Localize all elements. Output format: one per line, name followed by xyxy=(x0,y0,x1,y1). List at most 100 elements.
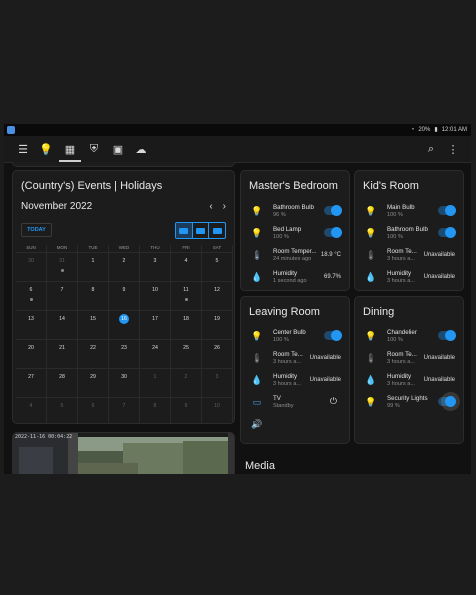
calendar-day[interactable]: 31 xyxy=(47,253,78,282)
entity-row-bathroom-bulb[interactable]: 💡 Bathroom Bulb 100 % xyxy=(355,224,463,246)
calendar-day[interactable]: 14 xyxy=(47,311,78,340)
calendar-day[interactable]: 17 xyxy=(140,311,171,340)
entity-row-bathroom-bulb[interactable]: 💡 Bathroom Bulb 96 % xyxy=(241,202,349,224)
calendar-day[interactable]: 8 xyxy=(140,398,171,423)
entity-row-room-temperature[interactable]: 🌡 Room Temper... 24 minutes ago 18.9 °C xyxy=(241,246,349,268)
calendar-day[interactable]: 9 xyxy=(109,282,140,311)
today-button[interactable]: TODAY xyxy=(21,223,52,237)
calendar-day[interactable]: 20 xyxy=(16,340,47,369)
more-icon[interactable]: ⋮ xyxy=(445,141,461,157)
calendar-week: 13 14 15 16 17 18 19 xyxy=(16,311,233,340)
entity-row-tv[interactable]: ▭ TV Standby ⏻ xyxy=(241,393,349,415)
calendar-day[interactable]: 5 xyxy=(202,253,233,282)
calendar-day[interactable]: 30 xyxy=(109,369,140,398)
next-month-chevron-icon[interactable]: › xyxy=(223,201,226,212)
toggle-switch[interactable] xyxy=(324,330,342,341)
bulb-icon: 💡 xyxy=(251,330,263,341)
calendar-day[interactable]: 6 xyxy=(16,282,47,311)
entity-row-room-temperature[interactable]: 🌡 Room Te... 3 hours a... Unavailable xyxy=(241,349,349,371)
toggle-switch[interactable] xyxy=(438,205,456,216)
calendar-day[interactable]: 18 xyxy=(171,311,202,340)
bulb-icon: 💡 xyxy=(251,205,263,216)
volume-icon[interactable]: 🔊 xyxy=(251,418,263,430)
entity-row-room-temperature[interactable]: 🌡 Room Te... 3 hours a... Unavailable xyxy=(355,349,463,371)
calendar-day[interactable]: 15 xyxy=(78,311,109,340)
day-number: 27 xyxy=(28,374,34,380)
calendar-day[interactable]: 23 xyxy=(109,340,140,369)
entity-row-room-temperature[interactable]: 🌡 Room Te... 3 hours a... Unavailable xyxy=(355,246,463,268)
entity-row-center-bulb[interactable]: 💡 Center Bulb 100 % xyxy=(241,327,349,349)
calendar-day[interactable]: 24 xyxy=(140,340,171,369)
calendar-day[interactable]: 21 xyxy=(47,340,78,369)
toggle-switch[interactable] xyxy=(438,227,456,238)
entity-row-humidity[interactable]: 💧 Humidity 3 hours a... Unavailable xyxy=(355,371,463,393)
entity-row-main-bulb[interactable]: 💡 Main Bulb 100 % xyxy=(355,202,463,224)
bulb-icon[interactable]: 💡 xyxy=(38,141,54,157)
shield-icon[interactable]: ⛨ xyxy=(86,141,102,157)
search-icon[interactable]: ⌕ xyxy=(423,141,439,157)
calendar-day[interactable]: 22 xyxy=(78,340,109,369)
weekday-label: THU xyxy=(140,245,171,253)
device-icon[interactable]: ▣ xyxy=(110,141,126,157)
calendar-day[interactable]: 19 xyxy=(202,311,233,340)
calendar-day[interactable]: 3 xyxy=(140,253,171,282)
month-view-button[interactable] xyxy=(176,223,193,238)
entity-name: Bathroom Bulb xyxy=(387,226,428,233)
day-number: 6 xyxy=(91,403,95,409)
event-dot xyxy=(60,269,64,272)
day-view-button[interactable] xyxy=(209,223,225,238)
top-toolbar: ☰ 💡 ▦ ⛨ ▣ ☁ ⌕ ⋮ xyxy=(4,136,471,163)
bulb-icon: 💡 xyxy=(365,227,377,238)
day-number: 4 xyxy=(184,258,188,264)
calendar-day[interactable]: 1 xyxy=(140,369,171,398)
day-number: 7 xyxy=(60,287,64,293)
calendar-day[interactable]: 28 xyxy=(47,369,78,398)
toggle-switch[interactable] xyxy=(324,227,342,238)
entity-state: 24 minutes ago xyxy=(273,256,312,262)
entity-row-humidity[interactable]: 💧 Humidity 3 hours a... Unavailable xyxy=(241,371,349,393)
entity-row-security-lights[interactable]: 💡 Security Lights 99 % xyxy=(355,393,463,415)
calendar-day[interactable]: 8 xyxy=(78,282,109,311)
calendar-day[interactable]: 30 xyxy=(16,253,47,282)
week-view-button[interactable] xyxy=(193,223,210,238)
calendar-day[interactable]: 9 xyxy=(171,398,202,423)
bulb-icon: 💡 xyxy=(365,396,377,407)
status-bar: ◔ 20% ▮ 12:01 AM xyxy=(4,124,471,136)
calendar-day[interactable]: 2 xyxy=(171,369,202,398)
entity-row-chandelier[interactable]: 💡 Chandelier 100 % xyxy=(355,327,463,349)
toggle-switch[interactable] xyxy=(324,205,342,216)
calendar-day[interactable]: 25 xyxy=(171,340,202,369)
toggle-switch[interactable] xyxy=(438,396,456,407)
prev-month-chevron-icon[interactable]: ‹ xyxy=(209,201,212,212)
card-title: Kid's Room xyxy=(363,180,419,192)
calendar-day[interactable]: 10 xyxy=(140,282,171,311)
camera-card[interactable]: 2022-11-16 00:04:22 xyxy=(12,432,235,474)
calendar-day[interactable]: 27 xyxy=(16,369,47,398)
calendar-day[interactable]: 7 xyxy=(109,398,140,423)
calendar-day[interactable]: 6 xyxy=(78,398,109,423)
calendar-day[interactable]: 7 xyxy=(47,282,78,311)
calendar-day[interactable]: 29 xyxy=(78,369,109,398)
calendar-day[interactable]: 2 xyxy=(109,253,140,282)
entity-name: Room Te... xyxy=(387,351,417,358)
calendar-day[interactable]: 26 xyxy=(202,340,233,369)
menu-icon[interactable]: ☰ xyxy=(15,141,31,157)
entity-row-bed-lamp[interactable]: 💡 Bed Lamp 100 % xyxy=(241,224,349,246)
calendar-day[interactable]: 12 xyxy=(202,282,233,311)
calendar-day[interactable]: 11 xyxy=(171,282,202,311)
cloud-icon[interactable]: ☁ xyxy=(133,141,149,157)
calendar-day[interactable]: 13 xyxy=(16,311,47,340)
calendar-day-today[interactable]: 16 xyxy=(109,311,140,340)
calendar-day[interactable]: 4 xyxy=(171,253,202,282)
calendar-day[interactable]: 3 xyxy=(202,369,233,398)
entity-state: 100 % xyxy=(387,337,403,343)
toggle-switch[interactable] xyxy=(438,330,456,341)
entity-row-humidity[interactable]: 💧 Humidity 3 hours a... Unavailable xyxy=(355,268,463,290)
calendar-day[interactable]: 10 xyxy=(202,398,233,423)
calendar-day[interactable]: 5 xyxy=(47,398,78,423)
entity-row-humidity[interactable]: 💧 Humidity 1 second ago 69.7% xyxy=(241,268,349,290)
power-icon[interactable]: ⏻ xyxy=(330,396,337,407)
dashboard-icon[interactable]: ▦ xyxy=(62,141,78,157)
calendar-day[interactable]: 4 xyxy=(16,398,47,423)
calendar-day[interactable]: 1 xyxy=(78,253,109,282)
